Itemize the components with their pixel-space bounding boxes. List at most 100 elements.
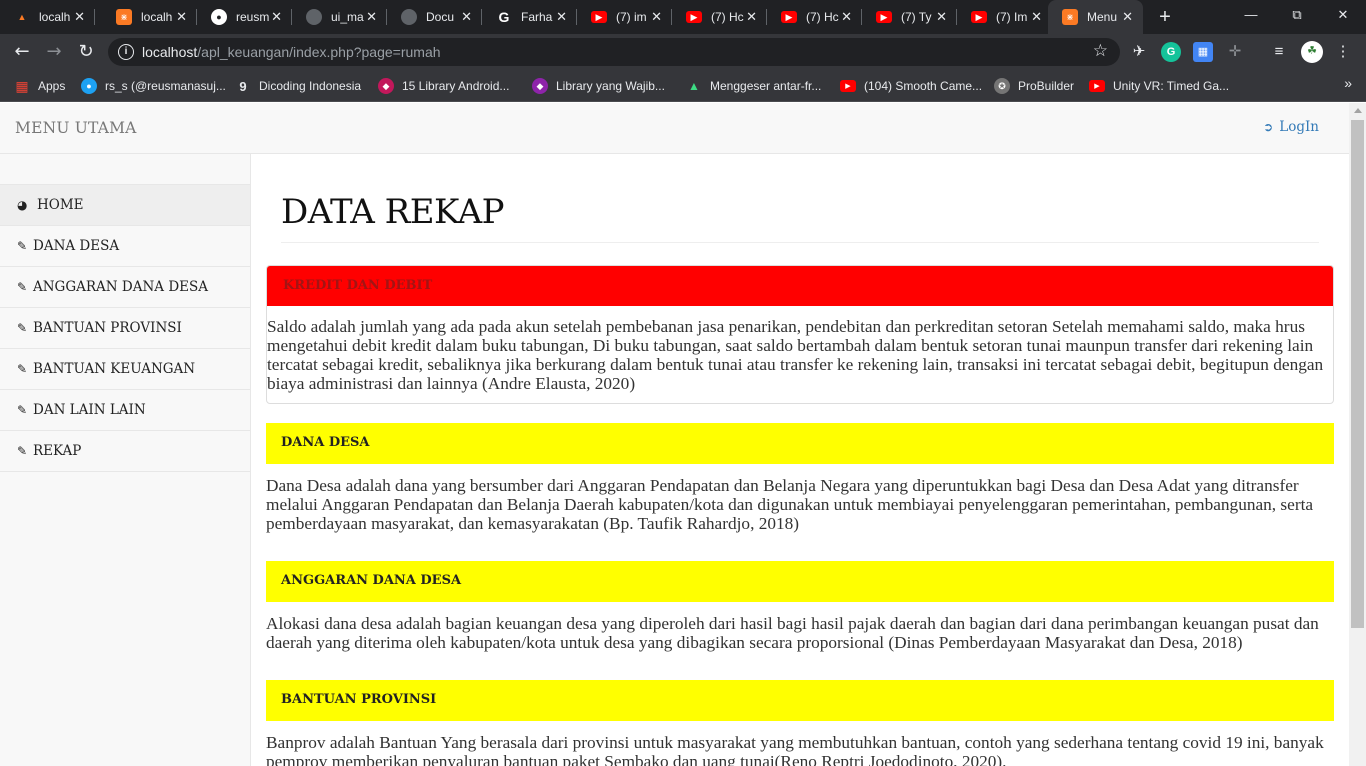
sidebar: ◕ HOME ✎ DANA DESA ✎ ANGGARAN DANA DESA … [0,154,251,766]
sidebar-item-bantuan-provinsi[interactable]: ✎ BANTUAN PROVINSI [0,308,250,349]
github-icon: ● [211,9,227,25]
edit-icon: ✎ [17,239,28,253]
bookmark-apps[interactable]: ▦ Apps [14,77,65,95]
top-navbar: MENU UTAMA ➲ LogIn [0,103,1349,154]
sidebar-item-dana-desa[interactable]: ✎ DANA DESA [0,226,250,267]
browser-tab[interactable]: ● reusm ✕ [197,0,292,34]
browser-tab[interactable]: ▲ localh ✕ [0,0,95,34]
xampp-icon: ⋇ [116,9,132,25]
scroll-up-arrow-icon[interactable] [1354,108,1362,113]
youtube-icon: ▶ [840,80,856,92]
youtube-icon: ▶ [876,11,892,23]
extension-icon[interactable]: ✛ [1225,42,1245,62]
bookmarks-bar: ▦ Apps ● rs_s (@reusmanasuj... 9 Dicodin… [0,70,1366,102]
bookmark-item[interactable]: ✪ ProBuilder [994,77,1074,95]
close-tab-icon[interactable]: ✕ [461,9,472,25]
sidebar-menu: ◕ HOME ✎ DANA DESA ✎ ANGGARAN DANA DESA … [0,184,250,472]
close-tab-icon[interactable]: ✕ [841,9,852,25]
close-tab-icon[interactable]: ✕ [556,9,567,25]
bookmark-item[interactable]: ▲ Menggeser antar-fr... [686,77,821,95]
edit-icon: ✎ [17,403,28,417]
close-tab-icon[interactable]: ✕ [746,9,757,25]
xampp-logo-icon: ▲ [17,12,27,22]
url-text[interactable]: localhost/apl_keuangan/index.php?page=ru… [142,44,441,60]
minimize-button[interactable]: — [1228,0,1274,30]
profile-avatar[interactable]: ☘ [1301,41,1323,63]
new-tab-button[interactable]: + [1154,5,1176,29]
section-heading-dana-desa: DANA DESA [266,423,1334,464]
xampp-icon: ⋇ [1062,9,1078,25]
browser-tab[interactable]: G Farha ✕ [482,0,577,34]
section-body-bantuan-provinsi: Banprov adalah Bantuan Yang berasala dar… [266,733,1324,766]
bookmarks-overflow-icon[interactable]: » [1344,75,1352,91]
youtube-icon: ▶ [1089,80,1105,92]
close-tab-icon[interactable]: ✕ [271,9,282,25]
sidebar-item-home[interactable]: ◕ HOME [0,185,250,226]
sidebar-item-anggaran-dana-desa[interactable]: ✎ ANGGARAN DANA DESA [0,267,250,308]
edit-icon: ✎ [17,444,28,458]
dicoding-icon: 9 [239,78,247,94]
close-tab-icon[interactable]: ✕ [366,9,377,25]
bookmark-icon: ◆ [532,78,548,94]
bookmark-item[interactable]: ▶ (104) Smooth Came... [840,77,982,95]
media-control-icon[interactable]: ≡ [1269,42,1289,62]
close-window-button[interactable]: ✕ [1320,0,1366,30]
grammarly-icon[interactable]: G [1161,42,1181,62]
browser-tab[interactable]: ▶ (7) Hc ✕ [672,0,767,34]
address-bar[interactable]: i localhost/apl_keuangan/index.php?page=… [108,38,1120,66]
sidebar-item-rekap[interactable]: ✎ REKAP [0,431,250,472]
forward-button[interactable]: → [41,39,67,65]
apps-grid-icon: ▦ [15,77,29,94]
bookmark-star-icon[interactable]: ☆ [1093,41,1108,61]
browser-tab[interactable]: ui_ma ✕ [292,0,387,34]
sidebar-item-label: ANGGARAN DANA DESA [33,279,208,295]
close-tab-icon[interactable]: ✕ [1031,9,1042,25]
browser-tab[interactable]: ▶ (7) im ✕ [577,0,672,34]
reload-button[interactable]: ↻ [73,39,99,65]
youtube-icon: ▶ [591,11,607,23]
section-heading-bantuan-provinsi: BANTUAN PROVINSI [266,680,1334,721]
site-info-icon[interactable]: i [118,44,134,60]
profile-icon: ● [81,78,97,94]
sign-in-icon: ➲ [1263,120,1274,134]
bookmark-item[interactable]: ◆ 15 Library Android... [378,77,509,95]
close-tab-icon[interactable]: ✕ [651,9,662,25]
browser-tab[interactable]: ▶ (7) Ty ✕ [862,0,957,34]
youtube-icon: ▶ [686,11,702,23]
menu-kebab-icon[interactable]: ⋮ [1333,42,1353,62]
browser-tab-active[interactable]: ⋇ Menu ✕ [1048,0,1143,34]
browser-tab[interactable]: ⋇ localh ✕ [102,0,197,34]
extension-icon[interactable]: ✈ [1129,42,1149,62]
close-tab-icon[interactable]: ✕ [74,9,85,25]
sidebar-item-label: REKAP [33,443,82,459]
browser-tab[interactable]: ▶ (7) Hc ✕ [767,0,862,34]
page-scrollbar[interactable] [1349,103,1366,766]
scrollbar-thumb[interactable] [1351,120,1364,628]
close-tab-icon[interactable]: ✕ [936,9,947,25]
sidebar-item-label: BANTUAN PROVINSI [33,320,182,336]
browser-tab[interactable]: Docu ✕ [387,0,482,34]
edit-icon: ✎ [17,321,28,335]
bookmark-item[interactable]: 9 Dicoding Indonesia [235,77,361,95]
dashboard-icon: ◕ [17,198,28,212]
bookmark-item[interactable]: ◆ Library yang Wajib... [532,77,665,95]
section-body-anggaran-dana-desa: Alokasi dana desa adalah bagian keuangan… [266,614,1319,652]
login-link[interactable]: ➲ LogIn [1263,119,1319,135]
bookmark-item[interactable]: ● rs_s (@reusmanasuj... [81,77,226,95]
close-tab-icon[interactable]: ✕ [1122,9,1133,25]
sidebar-item-bantuan-keuangan[interactable]: ✎ BANTUAN KEUANGAN [0,349,250,390]
sidebar-item-dan-lain-lain[interactable]: ✎ DAN LAIN LAIN [0,390,250,431]
panel-kredit-debit: KREDIT DAN DEBIT Saldo adalah jumlah yan… [266,265,1334,404]
back-button[interactable]: ← [9,39,35,65]
restore-button[interactable]: ⧉ [1274,0,1320,30]
extension-icon[interactable]: ▦ [1193,42,1213,62]
navbar-brand[interactable]: MENU UTAMA [15,119,137,137]
sidebar-item-label: BANTUAN KEUANGAN [33,361,196,377]
sidebar-item-label: DAN LAIN LAIN [33,402,146,418]
bookmark-item[interactable]: ▶ Unity VR: Timed Ga... [1089,77,1229,95]
browser-tab[interactable]: ▶ (7) Im ✕ [957,0,1052,34]
youtube-icon: ▶ [781,11,797,23]
close-tab-icon[interactable]: ✕ [176,9,187,25]
login-label: LogIn [1279,119,1319,135]
globe-icon [401,9,417,25]
